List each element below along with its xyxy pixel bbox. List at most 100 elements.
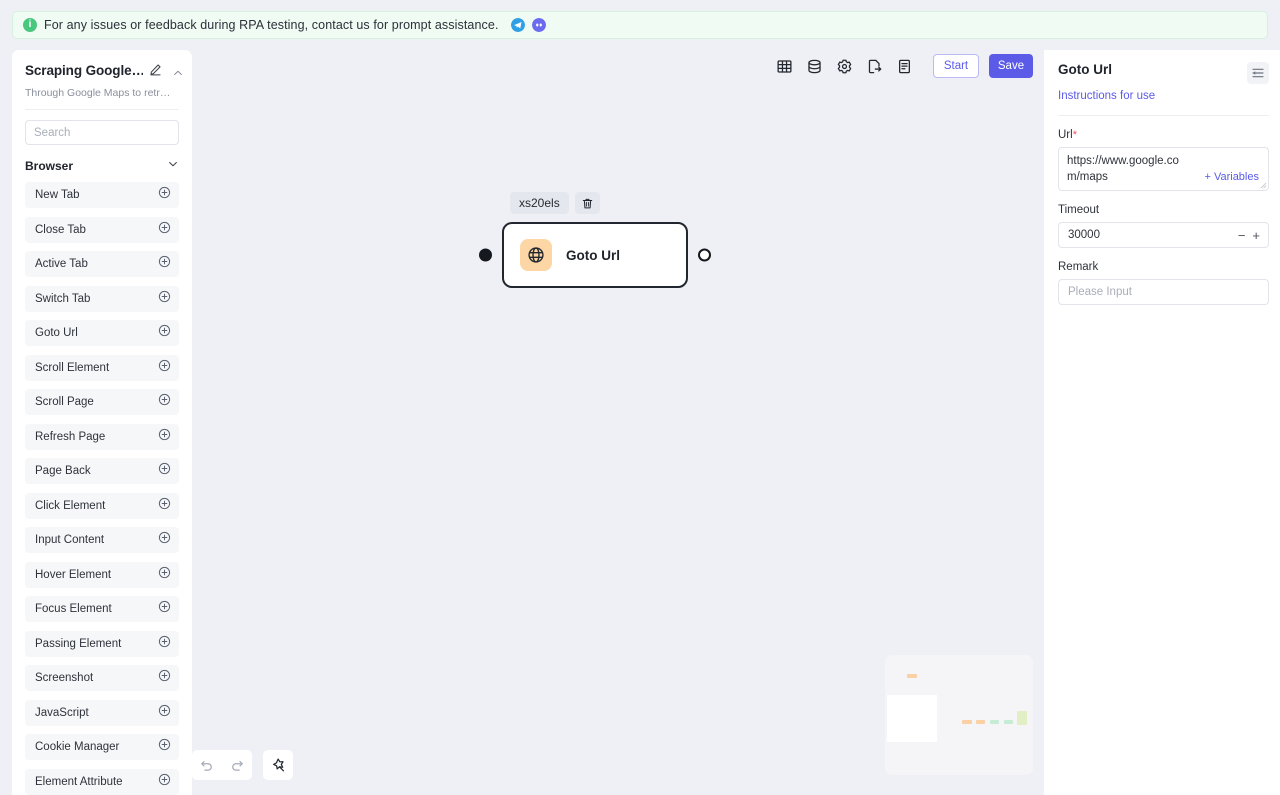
url-value: https://www.google.com/maps — [1067, 155, 1179, 183]
alert-social-icons — [510, 18, 546, 32]
globe-icon — [520, 239, 552, 271]
add-variables-button[interactable]: + Variables — [1204, 171, 1259, 183]
minimap-node — [976, 720, 985, 724]
plus-circle-icon[interactable] — [158, 290, 171, 308]
sidebar-item-label: Close Tab — [35, 223, 86, 236]
sidebar-item-label: Scroll Element — [35, 361, 110, 374]
timeout-decrement-button[interactable]: − — [1238, 229, 1246, 242]
minimap-node — [962, 720, 972, 724]
sidebar-item-label: Refresh Page — [35, 430, 106, 443]
sidebar-item-label: Goto Url — [35, 327, 78, 339]
sidebar-group-browser[interactable]: Browser — [12, 145, 192, 182]
node-label: Goto Url — [566, 247, 620, 263]
sidebar-item-cookie-manager[interactable]: Cookie Manager — [25, 734, 179, 760]
minimap-node — [1017, 711, 1027, 725]
plus-circle-icon[interactable] — [158, 462, 171, 480]
minimap-node — [990, 720, 999, 724]
node-id-tag: xs20els — [510, 192, 569, 214]
workflow-canvas[interactable]: xs20els Goto Url — [192, 50, 1044, 795]
plus-circle-icon[interactable] — [158, 221, 171, 239]
info-circle-icon: i — [23, 18, 37, 32]
sidebar-item-label: Focus Element — [35, 603, 112, 615]
plus-circle-icon[interactable] — [158, 566, 171, 584]
sidebar-item-javascript[interactable]: JavaScript — [25, 699, 179, 726]
pencil-icon[interactable] — [149, 63, 162, 81]
panel-header: Goto Url — [1058, 62, 1269, 84]
sidebar-item-label: Active Tab — [35, 258, 88, 270]
minimap-node — [907, 674, 917, 678]
canvas-minimap[interactable] — [885, 655, 1033, 775]
sidebar-item-switch-tab[interactable]: Switch Tab — [25, 285, 179, 312]
plus-circle-icon[interactable] — [158, 186, 171, 204]
undo-redo-group — [192, 750, 252, 780]
plus-circle-icon[interactable] — [158, 738, 171, 756]
node-body[interactable]: Goto Url — [479, 222, 711, 288]
sidebar-item-goto-url[interactable]: Goto Url — [25, 320, 179, 346]
discord-icon[interactable] — [531, 18, 546, 32]
plus-circle-icon[interactable] — [158, 497, 171, 515]
minimap-viewport[interactable] — [887, 695, 937, 742]
plus-circle-icon[interactable] — [158, 669, 171, 687]
sidebar-item-label: JavaScript — [35, 706, 89, 719]
sidebar-item-hover-element[interactable]: Hover Element — [25, 561, 179, 588]
chevron-down-icon[interactable] — [167, 157, 179, 175]
search-input[interactable] — [25, 120, 179, 145]
plus-circle-icon[interactable] — [158, 773, 171, 791]
sidebar-item-screenshot[interactable]: Screenshot — [25, 665, 179, 691]
resize-handle-icon[interactable] — [1260, 182, 1267, 189]
instructions-link[interactable]: Instructions for use — [1058, 90, 1155, 102]
sidebar-item-label: Input Content — [35, 534, 105, 546]
chevron-up-icon[interactable] — [172, 66, 184, 84]
required-mark: * — [1072, 129, 1077, 141]
timeout-spin-controls: − + — [1238, 229, 1260, 242]
sidebar-item-element-attribute[interactable]: Element Attribute — [25, 768, 179, 795]
sidebar-item-scroll-page[interactable]: Scroll Page — [25, 389, 179, 415]
minimap-node — [1004, 720, 1013, 724]
magic-pointer-icon[interactable] — [263, 750, 293, 780]
sidebar-item-new-tab[interactable]: New Tab — [25, 182, 179, 208]
output-port[interactable] — [698, 248, 711, 262]
sidebar-item-input-content[interactable]: Input Content — [25, 527, 179, 553]
sidebar-item-page-back[interactable]: Page Back — [25, 458, 179, 484]
plus-circle-icon[interactable] — [158, 393, 171, 411]
sidebar-item-passing-element[interactable]: Passing Element — [25, 630, 179, 657]
plus-circle-icon[interactable] — [158, 704, 171, 722]
redo-icon[interactable] — [222, 750, 252, 780]
plus-circle-icon[interactable] — [158, 359, 171, 377]
url-textarea[interactable]: https://www.google.com/maps + Variables — [1058, 147, 1269, 191]
url-field-label: Url* — [1058, 129, 1269, 141]
workflow-description: Through Google Maps to retr… — [25, 87, 171, 99]
sidebar-item-label: Element Attribute — [35, 775, 123, 788]
workflow-title: Scraping Google… — [25, 63, 143, 78]
canvas-controls — [192, 750, 293, 780]
alert-message: For any issues or feedback during RPA te… — [44, 18, 499, 32]
undo-icon[interactable] — [192, 750, 222, 780]
sidebar-item-label: Click Element — [35, 499, 106, 512]
plus-circle-icon[interactable] — [158, 255, 171, 273]
plus-circle-icon[interactable] — [158, 531, 171, 549]
telegram-icon[interactable] — [510, 18, 525, 32]
plus-circle-icon[interactable] — [158, 600, 171, 618]
sidebar-header: Scraping Google… Through Google Maps to … — [12, 50, 192, 99]
timeout-increment-button[interactable]: + — [1252, 229, 1260, 242]
workflow-node-goto-url[interactable]: xs20els Goto Url — [479, 192, 711, 288]
sidebar-item-click-element[interactable]: Click Element — [25, 492, 179, 519]
sidebar-item-scroll-element[interactable]: Scroll Element — [25, 354, 179, 381]
remark-input[interactable] — [1058, 279, 1269, 305]
plus-circle-icon[interactable] — [158, 635, 171, 653]
panel-title: Goto Url — [1058, 62, 1112, 77]
sidebar-item-refresh-page[interactable]: Refresh Page — [25, 423, 179, 450]
rpa-workflow-editor: i For any issues or feedback during RPA … — [0, 0, 1280, 795]
timeout-stepper[interactable]: 30000 − + — [1058, 222, 1269, 248]
sidebar-search-wrap — [12, 110, 192, 145]
input-port[interactable] — [479, 248, 492, 262]
trash-icon[interactable] — [574, 192, 600, 214]
plus-circle-icon[interactable] — [158, 324, 171, 342]
plus-circle-icon[interactable] — [158, 428, 171, 446]
sidebar-item-label: Cookie Manager — [35, 741, 120, 753]
sidebar-item-close-tab[interactable]: Close Tab — [25, 216, 179, 243]
remark-field-label: Remark — [1058, 261, 1099, 273]
panel-collapse-icon[interactable] — [1247, 62, 1269, 84]
sidebar-item-focus-element[interactable]: Focus Element — [25, 596, 179, 622]
sidebar-item-active-tab[interactable]: Active Tab — [25, 251, 179, 277]
